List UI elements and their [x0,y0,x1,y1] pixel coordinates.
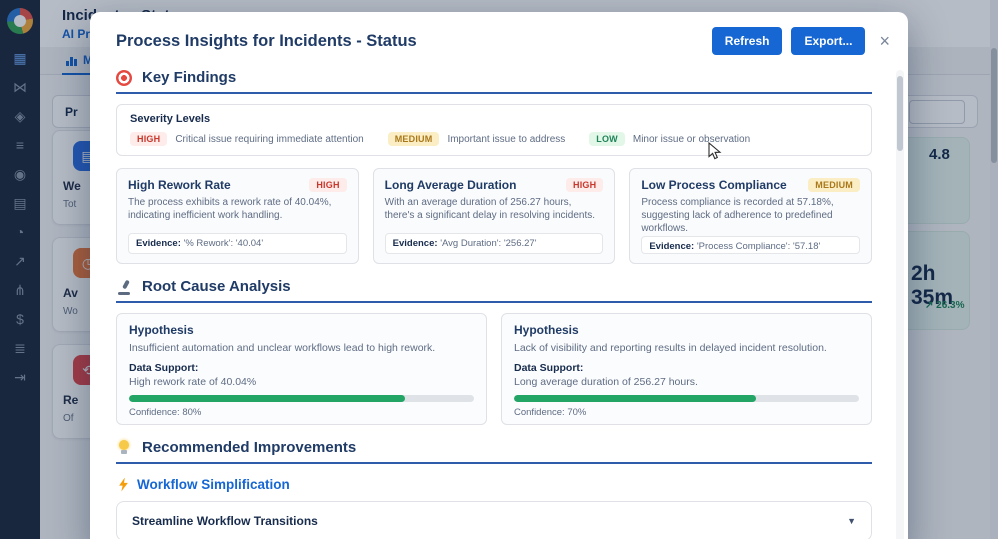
confidence-bar-fill [129,395,405,402]
high-badge: HIGH [309,178,346,192]
legend-text: Minor issue or observation [633,134,750,145]
legend-text: Important issue to address [447,134,565,145]
lightning-icon [118,478,129,492]
improvement-group-workflow[interactable]: Workflow Simplification [118,477,872,492]
improvement-group-title: Workflow Simplification [137,477,290,492]
evidence-box: Evidence: 'Avg Duration': '256.27' [385,233,604,254]
modal-header: Process Insights for Incidents - Status … [90,12,908,63]
evidence-box: Evidence: '% Rework': '40.04' [128,233,347,254]
severity-legend: Severity Levels HIGH Critical issue requ… [116,104,872,156]
low-badge: LOW [589,132,625,146]
data-support-text: High rework rate of 40.04% [129,376,474,388]
confidence-bar-fill [514,395,756,402]
hypothesis-text: Insufficient automation and unclear work… [129,342,474,354]
finding-card-rework: High Rework Rate HIGH The process exhibi… [116,168,359,264]
medium-badge: MEDIUM [808,178,860,192]
finding-card-duration: Long Average Duration HIGH With an avera… [373,168,616,264]
close-icon[interactable]: × [879,32,890,50]
hypotheses-grid: Hypothesis Insufficient automation and u… [116,313,872,425]
root-cause-heading: Root Cause Analysis [116,278,872,303]
screen: ▦ ⋈ ◈ ≡ ◉ ▤ ◔ ↗ ⋔ $ ≣ ⇥ Incidents - Stat… [0,0,998,539]
finding-title: High Rework Rate [128,178,231,192]
confidence-label: Confidence: 70% [514,407,859,418]
hypothesis-card: Hypothesis Lack of visibility and report… [501,313,872,425]
improvement-title: Streamline Workflow Transitions [132,514,318,528]
medium-badge: MEDIUM [388,132,440,146]
finding-description: Process compliance is recorded at 57.18%… [641,196,860,236]
hypothesis-title: Hypothesis [129,323,474,337]
evidence-label: Evidence: [649,241,694,252]
confidence-label: Confidence: 80% [129,407,474,418]
evidence-value: 'Avg Duration': '256.27' [440,238,536,249]
legend-item-low: LOW Minor issue or observation [589,132,750,146]
evidence-box: Evidence: 'Process Compliance': '57.18' [641,236,860,254]
hypothesis-title: Hypothesis [514,323,859,337]
modal-title: Process Insights for Incidents - Status [116,32,703,51]
insights-modal: Process Insights for Incidents - Status … [90,12,908,539]
finding-title: Long Average Duration [385,178,517,192]
findings-grid: High Rework Rate HIGH The process exhibi… [116,168,872,264]
confidence-bar [129,395,474,402]
key-findings-heading: Key Findings [116,69,872,94]
section-title: Key Findings [142,69,236,86]
improvements-heading: Recommended Improvements [116,439,872,464]
evidence-value: '% Rework': '40.04' [184,238,264,249]
hypothesis-card: Hypothesis Insufficient automation and u… [116,313,487,425]
finding-card-compliance: Low Process Compliance MEDIUM Process co… [629,168,872,264]
hypothesis-text: Lack of visibility and reporting results… [514,342,859,354]
legend-title: Severity Levels [130,113,858,125]
finding-description: With an average duration of 256.27 hours… [385,196,604,222]
modal-scrollbar[interactable] [896,70,904,539]
legend-item-high: HIGH Critical issue requiring immediate … [130,132,364,146]
evidence-label: Evidence: [136,238,181,249]
target-icon [116,70,132,86]
data-support-label: Data Support: [514,362,859,374]
high-badge: HIGH [130,132,167,146]
lightbulb-icon [116,440,132,456]
legend-item-medium: MEDIUM Important issue to address [388,132,566,146]
high-badge: HIGH [566,178,603,192]
section-title: Recommended Improvements [142,439,356,456]
improvement-accordion[interactable]: Streamline Workflow Transitions ▼ [116,501,872,539]
section-title: Root Cause Analysis [142,278,291,295]
refresh-button[interactable]: Refresh [712,27,783,55]
finding-description: The process exhibits a rework rate of 40… [128,196,347,222]
chevron-down-icon[interactable]: ▼ [847,516,856,526]
data-support-text: Long average duration of 256.27 hours. [514,376,859,388]
export-button[interactable]: Export... [791,27,865,55]
modal-body: Key Findings Severity Levels HIGH Critic… [90,63,908,539]
legend-text: Critical issue requiring immediate atten… [175,134,363,145]
evidence-value: 'Process Compliance': '57.18' [697,241,820,252]
confidence-bar [514,395,859,402]
microscope-icon [116,279,132,295]
legend-row: HIGH Critical issue requiring immediate … [130,132,858,146]
modal-scrollbar-thumb[interactable] [897,76,903,151]
data-support-label: Data Support: [129,362,474,374]
evidence-label: Evidence: [393,238,438,249]
finding-title: Low Process Compliance [641,178,786,192]
mouse-cursor [708,142,723,160]
